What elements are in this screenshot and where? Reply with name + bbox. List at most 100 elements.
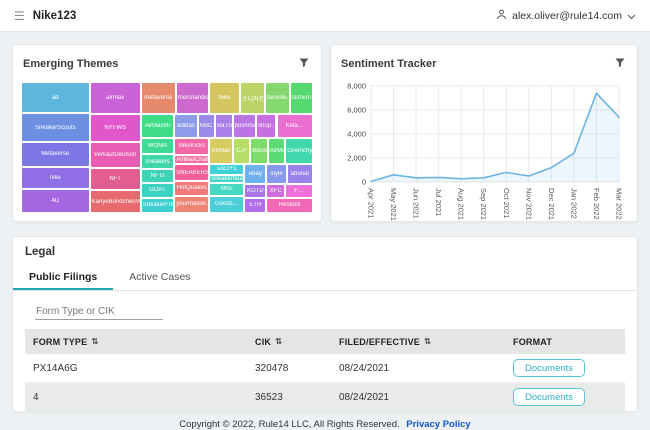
hamburger-menu-icon[interactable]: ☰ <box>14 10 25 22</box>
treemap-cell-label: F… <box>293 188 305 194</box>
treemap-cell[interactable]: 4D <box>21 189 90 213</box>
form-type-cik-input[interactable] <box>35 304 163 320</box>
treemap-cell-label: BaTS <box>216 123 232 129</box>
table-header-row: FORM TYPE⇅ CIK⇅ FILED/EFFECTIVE⇅ FORMAT <box>25 329 625 354</box>
header-cik[interactable]: CIK⇅ <box>247 329 331 354</box>
treemap-cell[interactable]: sneakerhead <box>209 175 244 184</box>
treemap-cell-label: shop… <box>257 123 275 129</box>
treemap-cell-label: SneakerScouts <box>34 125 77 131</box>
sort-icon[interactable]: ⇅ <box>275 336 282 347</box>
header-filed-effective[interactable]: FILED/EFFECTIVE⇅ <box>331 329 505 354</box>
treemap-cell[interactable]: NYFWS <box>90 114 141 142</box>
treemap-cell[interactable]: BaTS <box>215 114 233 138</box>
sort-icon[interactable]: ⇅ <box>91 336 98 347</box>
treemap-cell[interactable]: WOMA <box>141 138 175 155</box>
tab-active-cases[interactable]: Active Cases <box>113 265 206 290</box>
privacy-policy-link[interactable]: Privacy Policy <box>406 419 470 430</box>
treemap-cell[interactable]: ebay <box>244 164 266 184</box>
documents-button[interactable]: Documents <box>513 359 585 377</box>
treemap-cell[interactable]: ad <box>21 82 90 113</box>
treemap-cell[interactable]: yourmaster… <box>174 196 209 213</box>
treemap-cell-label: NBCT+ <box>199 123 215 129</box>
treemap-cell[interactable]: adidas <box>174 114 197 138</box>
table-row: 43652308/24/2021Documents <box>25 383 625 412</box>
treemap-cell[interactable]: Givenchy <box>285 138 313 164</box>
treemap-cell[interactable]: poshmark <box>233 114 256 138</box>
svg-text:Jun 2021: Jun 2021 <box>412 188 421 219</box>
emerging-themes-treemap: ad SneakerScouts Metaverse nike 4D airmaxNYFW… <box>21 82 313 213</box>
treemap-cell[interactable]: sneakers <box>141 154 175 168</box>
treemap-cell[interactable]: shop… <box>256 114 276 138</box>
user-menu[interactable]: alex.oliver@rule14.com <box>496 7 636 25</box>
legal-panel: Legal Public Filings Active Cases FORM T… <box>12 236 638 412</box>
treemap-cell[interactable]: soc2+1 <box>209 164 244 175</box>
cell-cik: 320478 <box>247 358 331 379</box>
treemap-cell-label: Bitcoin <box>251 148 267 154</box>
sentiment-line-chart: 02,0004,0006,0008,000Apr 2021May 2021Jun… <box>335 80 625 227</box>
treemap-cell-label: Givenchy <box>286 148 312 154</box>
treemap-cell[interactable]: Goods… <box>209 196 244 213</box>
treemap-cell[interactable]: AirMax <box>209 138 232 164</box>
treemap-cell[interactable]: VerkaufDeutsch <box>90 142 141 168</box>
sort-icon[interactable]: ⇅ <box>424 336 431 347</box>
treemap-cell[interactable]: AirMax90 <box>141 114 175 138</box>
treemap-cell[interactable]: XFC <box>266 184 285 198</box>
treemap-cell[interactable]: Bitcoin <box>250 138 268 164</box>
svg-text:May 2021: May 2021 <box>389 188 398 221</box>
treemap-cell[interactable]: NKE <box>209 183 244 195</box>
treemap-cell[interactable]: NFTs <box>141 169 175 183</box>
treemap-cell-label: NikeKicks <box>178 143 206 149</box>
cell-filed-effective: 08/24/2021 <box>331 358 505 379</box>
svg-text:Oct 2021: Oct 2021 <box>502 188 511 218</box>
treemap-cell[interactable]: ETH <box>244 198 266 213</box>
chevron-down-icon <box>627 7 636 25</box>
table-row: PX14A6G32047808/24/2021 Documents <box>25 354 625 383</box>
treemap-cell-label: nike <box>49 175 62 181</box>
treemap-cell[interactable]: AirMag <box>268 138 286 164</box>
treemap-cell[interactable]: NikeKicks <box>174 138 209 155</box>
treemap-cell[interactable]: Metaverse <box>21 142 90 168</box>
app-title: Nike123 <box>33 10 76 22</box>
treemap-cell[interactable]: metaverse <box>141 82 176 114</box>
treemap-cell-label: KanyeBundchenVogueMan <box>91 199 140 205</box>
treemap-cell[interactable]: airmax <box>90 82 141 114</box>
treemap-cell[interactable]: Restock <box>266 198 313 213</box>
treemap-cell[interactable]: 스니커즈 <box>240 82 265 114</box>
treemap-cell[interactable]: SneakerFreakerFan <box>141 198 175 213</box>
treemap-cell[interactable]: nike <box>21 167 90 189</box>
treemap-cell[interactable]: KanyeBundchenVogueMan <box>90 190 141 213</box>
filter-icon[interactable] <box>613 54 627 74</box>
treemap-cell-label: HotQuakes <box>176 185 208 191</box>
user-icon <box>496 7 507 25</box>
treemap-cell[interactable]: fashion <box>290 82 313 114</box>
treemap-cell-label: AirMax90 <box>144 123 171 129</box>
treemap-cell-label: AirMag <box>269 148 285 154</box>
treemap-cell[interactable]: merchandises <box>176 82 209 114</box>
documents-button[interactable]: Documents <box>513 388 585 406</box>
svg-text:2,000: 2,000 <box>347 154 366 163</box>
treemap-cell[interactable]: AirMaxChallenge <box>174 155 209 164</box>
treemap-cell-label: favorite… <box>266 95 289 101</box>
tab-public-filings[interactable]: Public Filings <box>13 265 113 290</box>
treemap-cell[interactable]: SneakerScouts <box>21 113 90 141</box>
treemap-cell[interactable]: C.P <box>233 138 251 164</box>
cell-form-type: PX14A6G <box>25 358 247 379</box>
treemap-cell[interactable]: NBCT+ <box>198 114 216 138</box>
top-bar: ☰ Nike123 alex.oliver@rule14.com <box>0 0 650 32</box>
treemap-cell[interactable]: KOTD <box>244 184 266 198</box>
header-form-type[interactable]: FORM TYPE⇅ <box>25 329 247 354</box>
treemap-cell[interactable]: GOAT <box>141 183 175 197</box>
treemap-cell[interactable]: style <box>266 164 286 184</box>
treemap-cell[interactable]: Nike <box>209 82 240 114</box>
treemap-cell[interactable]: F… <box>285 184 313 198</box>
svg-text:Jul 2021: Jul 2021 <box>434 188 443 216</box>
treemap-cell-label: NFTs <box>150 173 166 179</box>
treemap-cell[interactable]: Kela… <box>277 114 314 138</box>
treemap-cell[interactable]: abonat <box>287 164 313 184</box>
treemap-cell[interactable]: NFT <box>90 168 141 191</box>
treemap-cell[interactable]: HotQuakes <box>174 181 209 195</box>
filter-icon[interactable] <box>297 54 311 74</box>
emerging-themes-title: Emerging Themes <box>23 58 118 70</box>
treemap-cell[interactable]: SNEAKERS_N_K <box>174 164 209 181</box>
treemap-cell[interactable]: favorite… <box>265 82 290 114</box>
